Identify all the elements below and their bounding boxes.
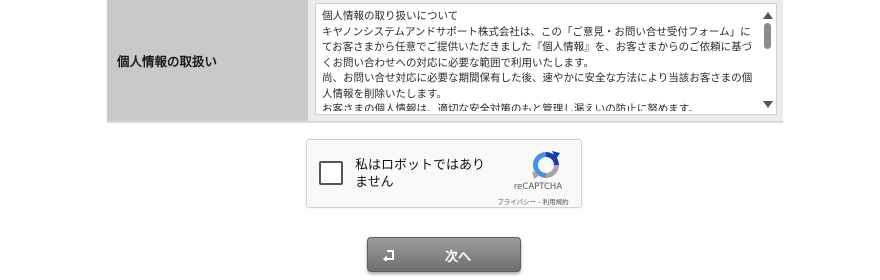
recaptcha-logo-icon bbox=[532, 151, 560, 179]
return-arrow-icon bbox=[383, 250, 394, 261]
scroll-down-arrow-icon[interactable] bbox=[763, 101, 773, 108]
privacy-paragraph: キヤノンシステムアンドサポート株式会社は、この「ご意見・お問い合せ受付フォーム」… bbox=[322, 25, 753, 69]
scroll-thumb[interactable] bbox=[764, 23, 771, 49]
privacy-policy-row: 個人情報の取扱い 個人情報の取り扱いについて キヤノンシステムアンドサポート株式… bbox=[107, 0, 783, 123]
recaptcha-checkbox[interactable] bbox=[319, 161, 343, 185]
privacy-row-label: 個人情報の取扱い bbox=[107, 0, 308, 121]
privacy-paragraph: お客さまの個人情報は、適切な安全対策のもと管理し漏えいの防止に努めます。 bbox=[322, 103, 699, 111]
privacy-policy-text: 個人情報の取り扱いについて キヤノンシステムアンドサポート株式会社は、この「ご意… bbox=[322, 9, 760, 111]
recaptcha-label: 私はロボットではありません bbox=[355, 158, 486, 190]
privacy-paragraph: 尚、お問い合せ対応に必要な期間保有した後、速やかに安全な方法により当該お客さまの… bbox=[322, 72, 753, 100]
recaptcha-privacy-link[interactable]: プライバシー bbox=[497, 198, 536, 206]
recaptcha-widget: 私はロボットではありません reCAPTCHA プライバシー - 利用規約 bbox=[306, 139, 582, 208]
recaptcha-terms-link[interactable]: 利用規約 bbox=[543, 198, 569, 206]
privacy-paragraph: 個人情報の取り扱いについて bbox=[322, 10, 459, 22]
privacy-policy-textarea[interactable]: 個人情報の取り扱いについて キヤノンシステムアンドサポート株式会社は、この「ご意… bbox=[315, 3, 777, 115]
scroll-up-arrow-icon[interactable] bbox=[763, 12, 773, 19]
next-button-label: 次へ bbox=[444, 250, 471, 265]
next-button[interactable]: 次へ bbox=[367, 237, 521, 272]
recaptcha-links: プライバシー - 利用規約 bbox=[487, 196, 579, 206]
textarea-scrollbar[interactable] bbox=[762, 10, 774, 110]
recaptcha-brand: reCAPTCHA bbox=[513, 182, 563, 192]
